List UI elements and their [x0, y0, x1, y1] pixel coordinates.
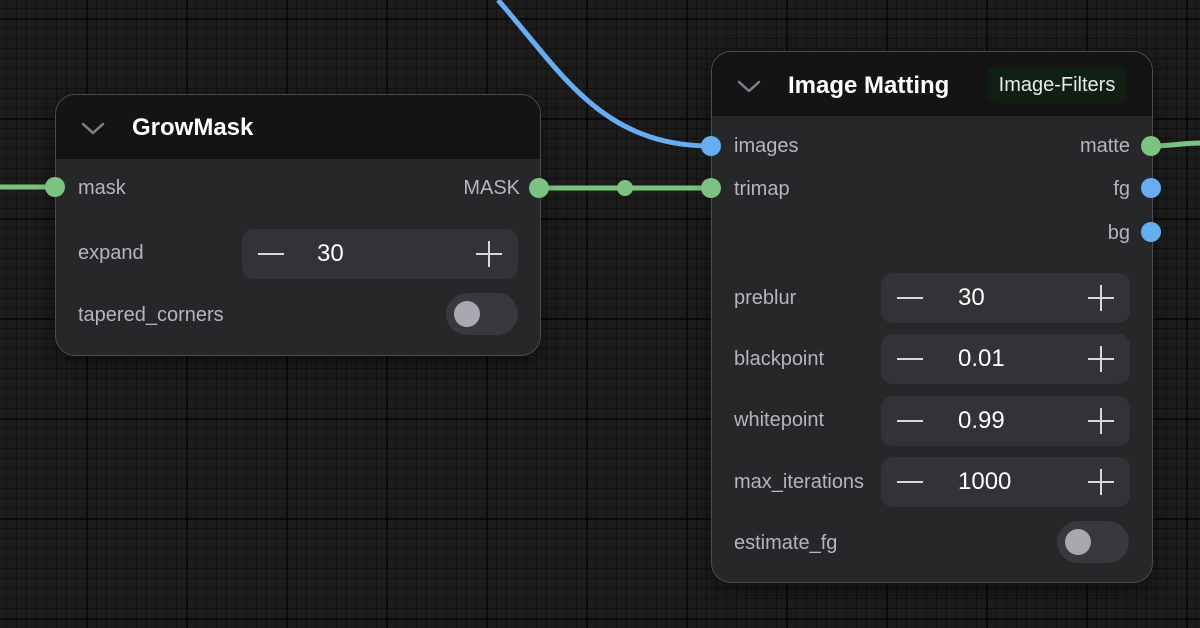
output-label-fg: fg	[1113, 178, 1130, 200]
stepper-value[interactable]: 30	[958, 273, 985, 323]
category-badge: Image-Filters	[988, 67, 1126, 103]
increment-button[interactable]	[1076, 457, 1126, 507]
output-label-matte: matte	[1079, 135, 1130, 157]
node-header[interactable]: Image Matting Image-Filters	[712, 52, 1152, 116]
stepper-value[interactable]: 0.01	[958, 334, 1005, 384]
preblur-stepper[interactable]: 30	[881, 273, 1130, 323]
input-label-mask: mask	[78, 177, 126, 199]
input-label-images: images	[734, 135, 799, 157]
input-label-trimap: trimap	[734, 178, 790, 200]
input-slot-images[interactable]	[701, 136, 721, 156]
widget-label-preblur: preblur	[734, 287, 797, 309]
increment-button[interactable]	[1076, 396, 1126, 446]
widget-label-max-iterations: max_iterations	[734, 471, 865, 493]
output-label-bg: bg	[1107, 222, 1130, 244]
input-slot-trimap[interactable]	[701, 178, 721, 198]
expand-stepper[interactable]: 30	[242, 229, 518, 279]
increment-button[interactable]	[1076, 334, 1126, 384]
widget-label-expand: expand	[78, 242, 144, 264]
output-slot-matte[interactable]	[1141, 136, 1161, 156]
increment-button[interactable]	[1076, 273, 1126, 323]
stepper-value[interactable]: 0.99	[958, 396, 1005, 446]
decrement-button[interactable]	[885, 457, 935, 507]
estimate-fg-toggle[interactable]	[1057, 521, 1129, 563]
node-title: Image Matting	[788, 72, 950, 99]
output-label-mask: MASK	[463, 177, 520, 199]
widget-label-blackpoint: blackpoint	[734, 348, 825, 370]
image-matting-node[interactable]: Image Matting Image-Filters images trima…	[711, 51, 1153, 583]
decrement-button[interactable]	[246, 229, 296, 279]
output-slot-mask[interactable]	[529, 178, 549, 198]
widget-label-estimate-fg: estimate_fg	[734, 532, 838, 554]
toggle-knob	[1065, 529, 1091, 555]
input-slot-mask[interactable]	[45, 177, 65, 197]
toggle-knob	[454, 301, 480, 327]
increment-button[interactable]	[464, 229, 514, 279]
decrement-button[interactable]	[885, 273, 935, 323]
node-title: GrowMask	[132, 114, 254, 141]
output-slot-fg[interactable]	[1141, 178, 1161, 198]
chevron-down-icon[interactable]	[81, 121, 105, 137]
decrement-button[interactable]	[885, 334, 935, 384]
stepper-value[interactable]: 30	[317, 229, 344, 279]
node-header[interactable]: GrowMask	[56, 95, 540, 159]
chevron-down-icon[interactable]	[737, 79, 761, 95]
output-slot-bg[interactable]	[1141, 222, 1161, 242]
growmask-node[interactable]: GrowMask mask MASK expand 30 tapered_cor…	[55, 94, 541, 356]
widget-label-tapered-corners: tapered_corners	[78, 304, 224, 326]
tapered-corners-toggle[interactable]	[446, 293, 518, 335]
max-iterations-stepper[interactable]: 1000	[881, 457, 1130, 507]
link-reroute-midpoint[interactable]	[617, 180, 633, 196]
widget-label-whitepoint: whitepoint	[734, 409, 825, 431]
blackpoint-stepper[interactable]: 0.01	[881, 334, 1130, 384]
decrement-button[interactable]	[885, 396, 935, 446]
whitepoint-stepper[interactable]: 0.99	[881, 396, 1130, 446]
stepper-value[interactable]: 1000	[958, 457, 1011, 507]
